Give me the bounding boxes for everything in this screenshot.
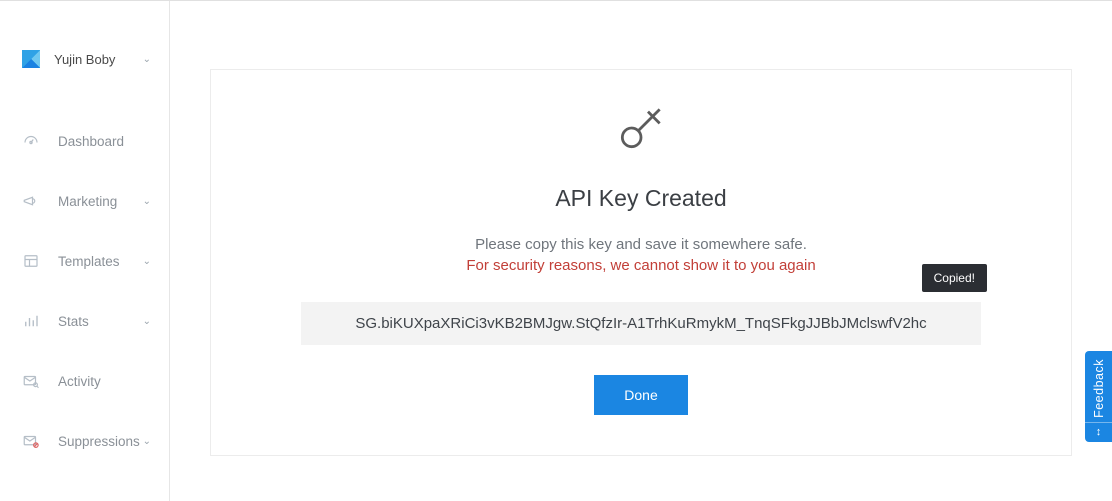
sidebar: Yujin Boby ⌄ Dashboard Marketing ⌄ Templ… xyxy=(0,1,170,501)
chevron-down-icon: ⌄ xyxy=(143,316,151,327)
expand-icon: ↕ xyxy=(1085,422,1112,438)
chevron-down-icon: ⌄ xyxy=(143,436,151,447)
user-name: Yujin Boby xyxy=(54,52,143,67)
chevron-down-icon: ⌄ xyxy=(143,196,151,207)
sidebar-item-activity[interactable]: Activity xyxy=(0,361,169,401)
sidebar-item-label: Activity xyxy=(58,374,151,389)
api-key-text: SG.biKUXpaXRiCi3vKB2BMJgw.StQfzIr-A1TrhK… xyxy=(355,315,926,332)
mail-search-icon xyxy=(22,372,40,390)
sidebar-item-marketing[interactable]: Marketing ⌄ xyxy=(0,181,169,221)
sidebar-item-label: Marketing xyxy=(58,194,143,209)
layout-icon xyxy=(22,252,40,270)
chevron-down-icon: ⌄ xyxy=(143,54,151,65)
mail-block-icon xyxy=(22,432,40,450)
done-button[interactable]: Done xyxy=(594,375,687,415)
copied-tooltip: Copied! xyxy=(922,264,987,292)
instruction-text: Please copy this key and save it somewhe… xyxy=(251,236,1031,253)
sidebar-item-label: Dashboard xyxy=(58,134,151,149)
sidebar-item-dashboard[interactable]: Dashboard xyxy=(0,121,169,161)
sidebar-item-label: Stats xyxy=(58,314,143,329)
user-menu[interactable]: Yujin Boby ⌄ xyxy=(0,39,169,79)
feedback-label: Feedback xyxy=(1092,359,1106,418)
avatar xyxy=(22,50,40,68)
megaphone-icon xyxy=(22,192,40,210)
sidebar-item-label: Templates xyxy=(58,254,143,269)
card-title: API Key Created xyxy=(251,185,1031,212)
sidebar-item-suppressions[interactable]: Suppressions ⌄ xyxy=(0,421,169,461)
sidebar-item-templates[interactable]: Templates ⌄ xyxy=(0,241,169,281)
api-key-card: API Key Created Please copy this key and… xyxy=(210,69,1072,456)
api-key-value[interactable]: SG.biKUXpaXRiCi3vKB2BMJgw.StQfzIr-A1TrhK… xyxy=(301,302,981,345)
main-content: API Key Created Please copy this key and… xyxy=(170,1,1112,501)
bar-chart-icon xyxy=(22,312,40,330)
gauge-icon xyxy=(22,132,40,150)
sidebar-item-label: Suppressions xyxy=(58,434,143,449)
chevron-down-icon: ⌄ xyxy=(143,256,151,267)
sidebar-item-stats[interactable]: Stats ⌄ xyxy=(0,301,169,341)
warning-text: For security reasons, we cannot show it … xyxy=(251,257,1031,274)
feedback-tab[interactable]: Feedback ↕ xyxy=(1085,351,1112,442)
key-icon xyxy=(251,100,1031,161)
